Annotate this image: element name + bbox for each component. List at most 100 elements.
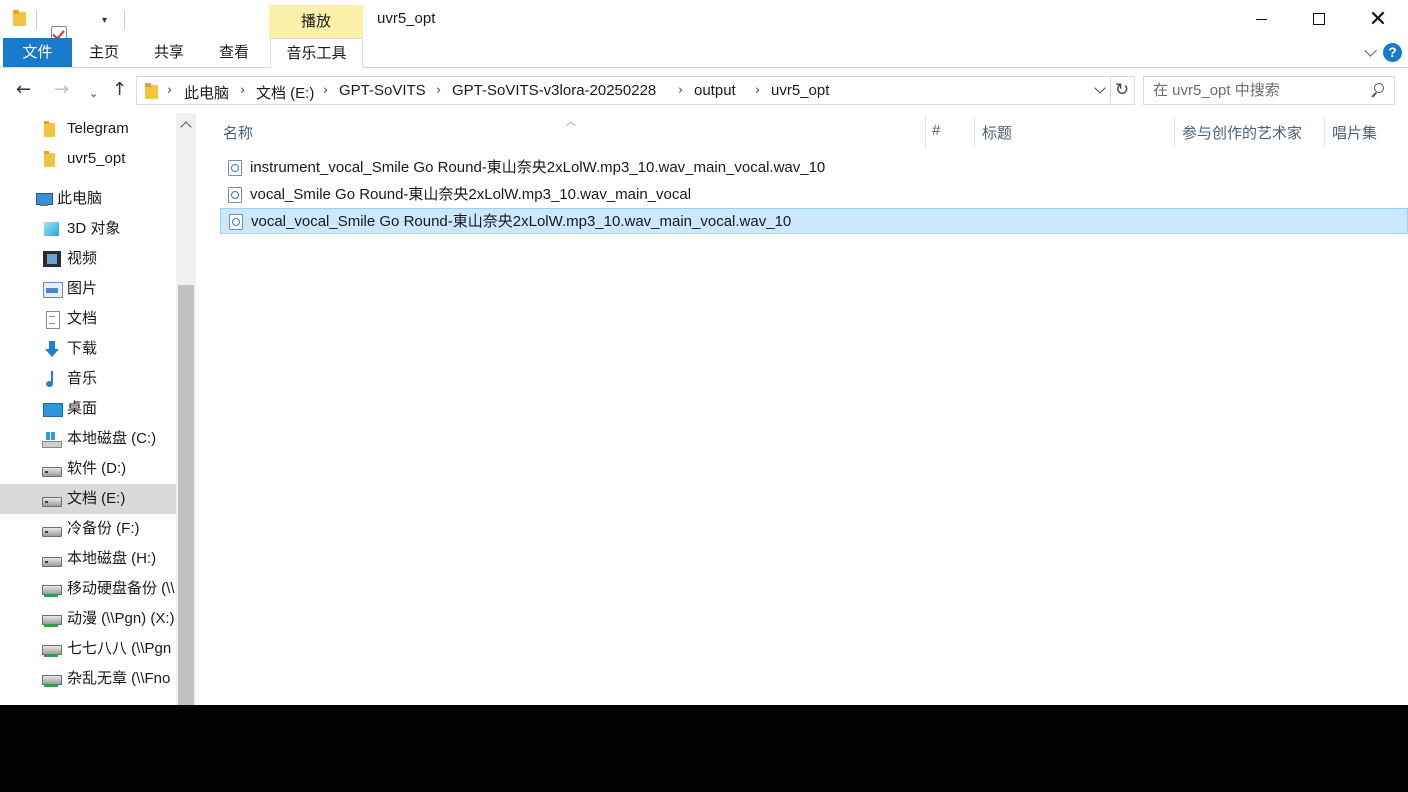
drive-icon — [42, 461, 62, 477]
tab-music-tools[interactable]: 音乐工具 — [270, 38, 363, 68]
music-icon — [43, 371, 61, 387]
network-drive-icon — [42, 641, 62, 657]
breadcrumb-separator-icon[interactable]: › — [755, 83, 760, 98]
close-button[interactable]: ✕ — [1349, 0, 1407, 38]
column-header-track-number[interactable]: # — [932, 122, 940, 139]
breadcrumb-drive-e[interactable]: 文档 (E:) — [256, 82, 314, 103]
sidebar-item-label: 动漫 (\\Pgn) (X:) — [67, 610, 175, 627]
window-title: uvr5_opt — [377, 10, 436, 27]
breadcrumb-uvr5-opt[interactable]: uvr5_opt — [771, 82, 829, 99]
sidebar-item-drive-c[interactable]: 本地磁盘 (C:) — [0, 424, 176, 454]
search-icon[interactable] — [1370, 83, 1384, 97]
breadcrumb-gpt-sovits[interactable]: GPT-SoVITS — [339, 82, 426, 99]
folder-icon — [42, 121, 60, 137]
sidebar-item-label: 本地磁盘 (C:) — [67, 430, 157, 447]
column-header-album[interactable]: 唱片集 — [1332, 122, 1377, 143]
file-row[interactable]: vocal_Smile Go Round-東山奈央2xLolW.mp3_10.w… — [220, 182, 1408, 208]
sidebar-item-documents[interactable]: 文档 — [0, 304, 176, 334]
sidebar-item-label: 下载 — [67, 340, 98, 357]
column-divider[interactable] — [974, 116, 975, 148]
column-header-name[interactable]: 名称 — [223, 122, 253, 143]
sidebar-item-label: Telegram — [67, 120, 129, 137]
scroll-up-icon[interactable] — [181, 119, 190, 128]
column-divider[interactable] — [1174, 116, 1175, 148]
customize-quick-access-icon[interactable]: ▾ — [102, 15, 107, 26]
sidebar-item-label: 此电脑 — [57, 190, 103, 207]
tab-view[interactable]: 查看 — [210, 38, 258, 67]
tab-share[interactable]: 共享 — [146, 38, 192, 67]
refresh-button[interactable]: ↻ — [1110, 76, 1135, 105]
back-button[interactable]: ← — [16, 80, 31, 100]
contextual-tab-group-label: 播放 — [269, 5, 363, 38]
sidebar-item-label: 七七八八 (\\Pgn — [67, 640, 172, 657]
sidebar-item-uvr5-opt[interactable]: uvr5_opt — [0, 144, 176, 174]
up-button[interactable]: ↑ — [112, 80, 127, 100]
audio-file-icon — [228, 187, 242, 203]
minimize-button[interactable] — [1232, 0, 1290, 38]
sidebar-item-anime-network-drive[interactable]: 动漫 (\\Pgn) (X:) — [0, 604, 176, 634]
sidebar-item-label: 音乐 — [67, 370, 98, 387]
sidebar-item-label: 冷备份 (F:) — [67, 520, 140, 537]
address-bar[interactable]: › 此电脑 › 文档 (E:) › GPT-SoVITS › GPT-SoVIT… — [136, 76, 1111, 105]
sidebar-item-desktop[interactable]: 桌面 — [0, 394, 176, 424]
sidebar-item-label: 文档 — [67, 310, 98, 327]
sidebar-item-drive-h[interactable]: 本地磁盘 (H:) — [0, 544, 176, 574]
sidebar-item-3d-objects[interactable]: 3D 对象 — [0, 214, 176, 244]
forward-button[interactable]: → — [54, 80, 69, 100]
navigation-pane-scrollbar[interactable] — [176, 113, 196, 705]
sidebar-item-misc-network-drive[interactable]: 七七八八 (\\Pgn — [0, 634, 176, 664]
breadcrumb-separator-icon[interactable]: › — [678, 83, 683, 98]
sort-ascending-icon: ︿ — [566, 117, 576, 128]
column-header-contributing-artists[interactable]: 参与创作的艺术家 — [1182, 122, 1302, 143]
sidebar-item-label: 桌面 — [67, 400, 98, 417]
tab-file[interactable]: 文件 — [3, 38, 72, 67]
sidebar-item-backup-network-drive[interactable]: 移动硬盘备份 (\\ — [0, 574, 176, 604]
sidebar-item-drive-e[interactable]: 文档 (E:) — [0, 484, 176, 514]
address-history-dropdown-icon[interactable] — [1095, 85, 1104, 94]
file-list: ︿ 名称 # 标题 参与创作的艺术家 唱片集 instrument_vocal_… — [196, 113, 1408, 705]
sidebar-item-label: 文档 (E:) — [67, 490, 126, 507]
column-divider[interactable] — [1324, 116, 1325, 148]
folder-icon — [145, 83, 159, 99]
breadcrumb-output[interactable]: output — [694, 82, 736, 99]
column-header-title[interactable]: 标题 — [982, 122, 1012, 143]
drive-icon — [42, 521, 62, 537]
scrollbar-thumb[interactable] — [178, 285, 194, 705]
sidebar-item-downloads[interactable]: 下载 — [0, 334, 176, 364]
breadcrumb-this-pc[interactable]: 此电脑 — [184, 82, 229, 103]
navigation-bar: ← → ⌄ ↑ › 此电脑 › 文档 (E:) › GPT-SoVITS › G… — [0, 68, 1408, 113]
sidebar-item-drive-d[interactable]: 软件 (D:) — [0, 454, 176, 484]
breadcrumb-gpt-sovits-v3lora[interactable]: GPT-SoVITS-v3lora-20250228 — [452, 82, 656, 99]
sidebar-item-pictures[interactable]: 图片 — [0, 274, 176, 304]
sidebar-item-drive-f[interactable]: 冷备份 (F:) — [0, 514, 176, 544]
breadcrumb-separator-icon[interactable]: › — [323, 83, 328, 98]
column-divider[interactable] — [925, 116, 926, 148]
file-row[interactable]: instrument_vocal_Smile Go Round-東山奈央2xLo… — [220, 155, 1408, 181]
sidebar-item-videos[interactable]: 视频 — [0, 244, 176, 274]
folder-icon[interactable] — [13, 10, 27, 26]
download-icon — [43, 341, 61, 357]
column-header-row: ︿ 名称 # 标题 参与创作的艺术家 唱片集 — [196, 113, 1408, 149]
breadcrumb-separator-icon[interactable]: › — [240, 83, 245, 98]
documents-icon — [43, 311, 61, 329]
file-name: instrument_vocal_Smile Go Round-東山奈央2xLo… — [250, 159, 826, 176]
expand-ribbon-icon[interactable] — [1364, 46, 1376, 58]
network-drive-icon — [42, 671, 62, 687]
recent-locations-icon[interactable]: ⌄ — [89, 84, 98, 104]
search-input[interactable] — [1153, 82, 1363, 99]
sidebar-item-music[interactable]: 音乐 — [0, 364, 176, 394]
breadcrumb-separator-icon[interactable]: › — [167, 83, 172, 98]
sidebar-item-telegram[interactable]: Telegram — [0, 114, 176, 144]
sidebar-item-label: 3D 对象 — [67, 220, 121, 237]
file-row-selected[interactable]: vocal_vocal_Smile Go Round-東山奈央2xLolW.mp… — [220, 208, 1408, 234]
search-box[interactable] — [1143, 76, 1395, 105]
breadcrumb-separator-icon[interactable]: › — [436, 83, 441, 98]
maximize-button[interactable] — [1290, 0, 1348, 38]
sidebar-item-this-pc[interactable]: 此电脑 — [0, 184, 176, 214]
drive-icon — [42, 491, 62, 507]
sidebar-item-label: 移动硬盘备份 (\\ — [67, 580, 175, 597]
help-icon[interactable]: ? — [1383, 43, 1402, 62]
sidebar-item-clutter-network-drive[interactable]: 杂乱无章 (\\Fno — [0, 664, 176, 694]
folder-icon — [42, 151, 60, 167]
tab-home[interactable]: 主页 — [80, 38, 128, 67]
